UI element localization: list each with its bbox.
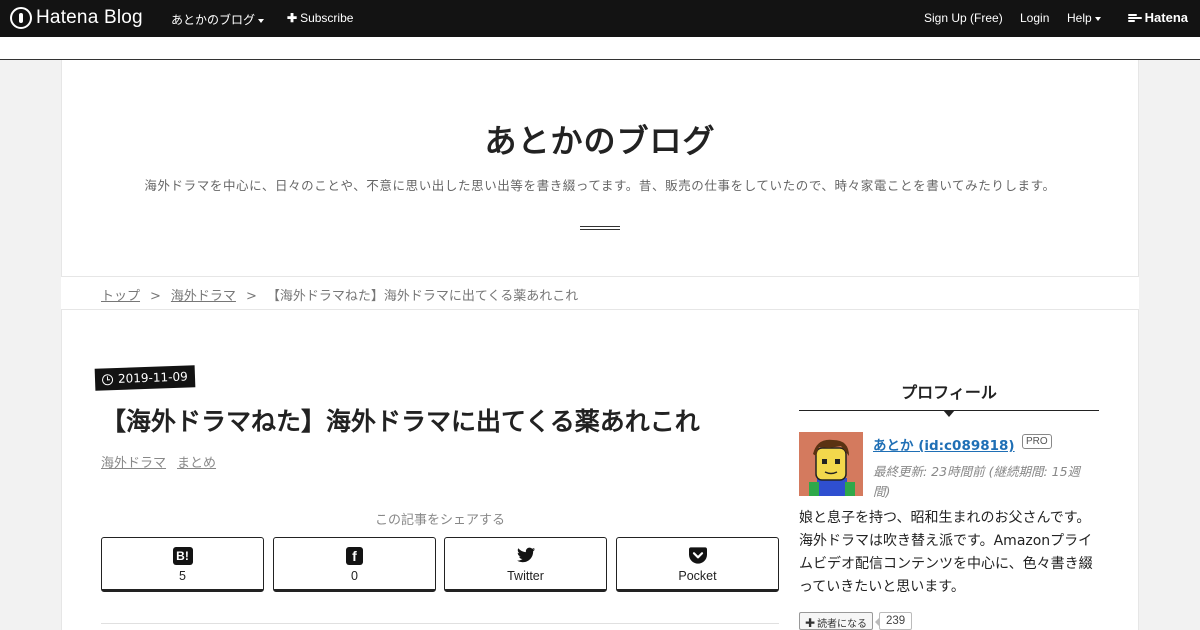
caret-down-icon: [1094, 16, 1101, 21]
share-pocket-button[interactable]: Pocket: [616, 537, 779, 592]
breadcrumb: トップ > 海外ドラマ > 【海外ドラマねた】海外ドラマに出てくる薬あれこれ: [101, 285, 578, 304]
twitter-icon: [445, 547, 606, 565]
share-facebook-count: 0: [351, 569, 358, 583]
breadcrumb-current: 【海外ドラマねた】海外ドラマに出てくる薬あれこれ: [266, 289, 579, 304]
breadcrumb-separator: >: [150, 289, 161, 304]
clock-icon: [101, 373, 114, 385]
hatena-blog-logo-icon: [10, 7, 32, 29]
entry-date[interactable]: 2019-11-09: [94, 365, 196, 391]
blog-menu-label: あとかのブログ: [171, 13, 256, 27]
pro-badge[interactable]: PRO: [1022, 434, 1052, 449]
signup-link[interactable]: Sign Up (Free): [924, 11, 1003, 25]
share-hatena-bookmark-button[interactable]: B! 5: [101, 537, 264, 592]
share-twitter-label: Twitter: [507, 569, 544, 583]
entry-title[interactable]: 【海外ドラマねた】海外ドラマに出てくる薬あれこれ: [101, 402, 700, 438]
reader-count[interactable]: 239: [874, 612, 913, 630]
header-strip: [0, 37, 1200, 60]
reader-button-label: 読者になる: [817, 619, 868, 630]
hatena-logo[interactable]: Hatena: [1127, 10, 1188, 25]
share-twitter-button[interactable]: Twitter: [444, 537, 607, 592]
triangle-down-icon: [943, 410, 955, 417]
breadcrumb-link-category[interactable]: 海外ドラマ: [171, 289, 236, 304]
subscribe-button[interactable]: ✚ Subscribe: [287, 11, 353, 25]
profile-name-link[interactable]: あとか (id:c089818): [873, 434, 1015, 454]
hatena-logo-text: Hatena: [1144, 10, 1188, 25]
category-link[interactable]: 海外ドラマ: [101, 456, 166, 471]
breadcrumb-link-top[interactable]: トップ: [101, 289, 140, 304]
article-divider: [101, 623, 779, 624]
help-label: Help: [1067, 11, 1092, 25]
global-nav: Hatena Blog あとかのブログ ✚ Subscribe Sign Up (…: [0, 0, 1200, 37]
entry-categories: 海外ドラマ まとめ: [101, 452, 227, 471]
category-link[interactable]: まとめ: [177, 456, 216, 471]
blog-description: 海外ドラマを中心に、日々のことや、不意に思い出した思い出等を書き綴ってます。昔、…: [144, 178, 1056, 193]
hatena-bookmark-icon: B!: [172, 547, 193, 565]
help-dropdown[interactable]: Help: [1067, 11, 1101, 25]
blog-menu-dropdown[interactable]: あとかのブログ: [171, 11, 265, 28]
caret-down-icon: [258, 18, 265, 23]
subscribe-reader-button[interactable]: ✚ 読者になる: [799, 612, 874, 630]
facebook-icon: f: [346, 547, 363, 565]
title-divider: [580, 226, 620, 230]
share-facebook-button[interactable]: f 0: [273, 537, 436, 592]
login-link[interactable]: Login: [1020, 11, 1049, 25]
plus-icon: ✚: [287, 11, 298, 25]
profile-last-updated: 最終更新: 23時間前 (継続期間: 15週間): [873, 464, 1081, 499]
avatar[interactable]: [799, 432, 863, 496]
profile-description: 娘と息子を持つ、昭和生まれのお父さんです。海外ドラマは吹き替え派です。Amazo…: [799, 510, 1093, 595]
plus-icon: ✚: [805, 616, 816, 630]
share-hatena-bookmark-count: 5: [179, 569, 186, 583]
hatena-blog-logo[interactable]: Hatena Blog: [10, 7, 143, 29]
breadcrumb-separator: >: [245, 289, 257, 304]
share-pocket-label: Pocket: [678, 569, 717, 583]
sidebar-heading-profile: プロフィール: [901, 383, 997, 402]
hatena-bird-icon: [1127, 13, 1142, 23]
entry-date-text: 2019-11-09: [117, 369, 188, 386]
share-caption: この記事をシェアする: [374, 513, 505, 528]
subscribe-label: Subscribe: [300, 11, 354, 25]
logo-text: Hatena Blog: [36, 7, 143, 28]
blog-title[interactable]: あとかのブログ: [0, 116, 1200, 162]
pocket-icon: [617, 547, 778, 565]
